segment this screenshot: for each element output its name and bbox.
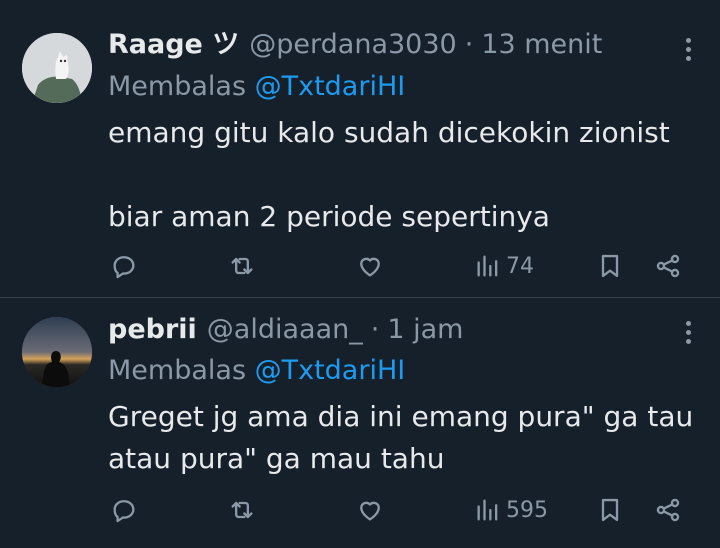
replying-label: Membalas bbox=[108, 355, 247, 386]
separator-dot: · bbox=[464, 29, 474, 60]
tweet-text: Greget jg ama dia ini emang pura" ga tau… bbox=[108, 400, 694, 475]
tweet-header: pebrii @aldiaaan_ · 1 jam bbox=[108, 312, 463, 348]
share-button[interactable] bbox=[654, 246, 682, 286]
repost-icon bbox=[231, 257, 253, 275]
share-icon bbox=[656, 498, 680, 522]
display-name[interactable]: pebrii bbox=[108, 312, 197, 348]
bookmark-button[interactable] bbox=[596, 246, 624, 286]
timestamp[interactable]: 1 jam bbox=[387, 312, 463, 348]
like-icon bbox=[360, 257, 380, 277]
repost-button[interactable] bbox=[228, 246, 256, 286]
views-count: 74 bbox=[506, 253, 534, 279]
action-bar: 74 bbox=[0, 246, 720, 286]
user-handle[interactable]: @perdana3030 bbox=[249, 27, 456, 63]
like-button[interactable] bbox=[356, 246, 384, 286]
replying-label: Membalas bbox=[108, 71, 247, 102]
repost-icon bbox=[231, 501, 253, 519]
tweet-header: Raage ツ @perdana3030 · 13 menit bbox=[108, 27, 602, 63]
tweet-text: emang gitu kalo sudah dicekokin zionist … bbox=[108, 116, 670, 233]
tweet[interactable]: Raage ツ @perdana3030 · 13 menit Membalas… bbox=[0, 0, 720, 298]
action-bar: 595 bbox=[0, 490, 720, 530]
reply-mention-link[interactable]: @TxtdariHI bbox=[255, 71, 406, 102]
views-count: 595 bbox=[506, 497, 548, 523]
timestamp[interactable]: 13 menit bbox=[481, 27, 602, 63]
bookmark-icon bbox=[601, 254, 619, 278]
separator-dot: · bbox=[370, 314, 380, 345]
cat-avatar-image bbox=[22, 33, 92, 103]
replying-to: Membalas @TxtdariHI bbox=[108, 353, 405, 389]
sunset-avatar-image bbox=[22, 317, 92, 387]
reply-icon bbox=[113, 256, 135, 279]
like-button[interactable] bbox=[356, 490, 384, 530]
avatar[interactable] bbox=[22, 33, 92, 103]
share-button[interactable] bbox=[654, 490, 682, 530]
more-icon[interactable] bbox=[684, 38, 692, 61]
more-icon[interactable] bbox=[684, 321, 692, 344]
views-icon bbox=[477, 255, 498, 277]
reply-button[interactable] bbox=[110, 246, 138, 286]
bookmark-button[interactable] bbox=[596, 490, 624, 530]
user-handle[interactable]: @aldiaaan_ bbox=[207, 312, 363, 348]
tweet[interactable]: pebrii @aldiaaan_ · 1 jam Membalas @Txtd… bbox=[0, 298, 720, 548]
reply-icon bbox=[113, 500, 135, 523]
views-icon bbox=[477, 499, 498, 521]
replying-to: Membalas @TxtdariHI bbox=[108, 69, 405, 105]
repost-button[interactable] bbox=[228, 490, 256, 530]
bookmark-icon bbox=[601, 498, 619, 522]
views-button[interactable]: 595 bbox=[474, 490, 548, 530]
avatar[interactable] bbox=[22, 317, 92, 387]
views-button[interactable]: 74 bbox=[474, 246, 534, 286]
like-icon bbox=[360, 501, 380, 521]
share-icon bbox=[656, 254, 680, 278]
display-name[interactable]: Raage ツ bbox=[108, 27, 239, 63]
reply-button[interactable] bbox=[110, 490, 138, 530]
reply-mention-link[interactable]: @TxtdariHI bbox=[255, 355, 406, 386]
